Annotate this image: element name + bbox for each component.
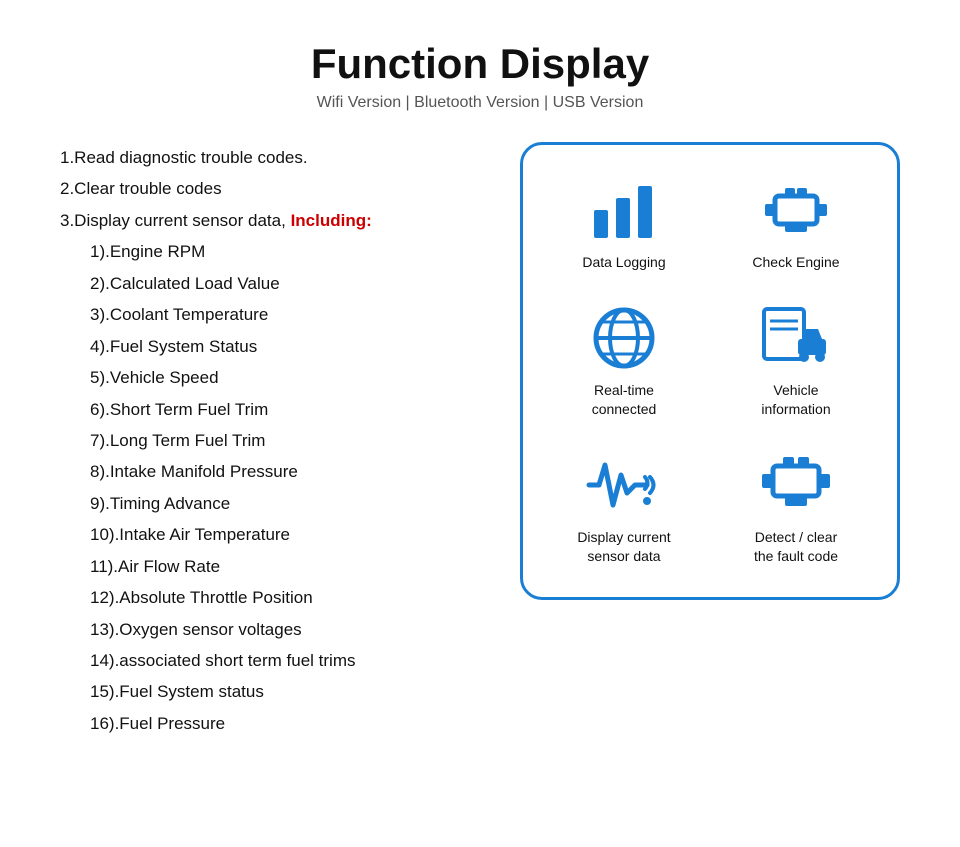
icon-cell-fault-code: Detect / clearthe fault code [715,450,877,567]
sub-item-11: 11).Air Flow Rate [60,551,480,582]
sub-item-14: 14).associated short term fuel trims [60,645,480,676]
fault-code-icon [756,450,836,520]
sub-item-8: 8).Intake Manifold Pressure [60,456,480,487]
icon-cell-vehicle-info: Vehicleinformation [715,303,877,420]
including-label: Including: [291,211,372,230]
check-engine-icon [756,175,836,245]
list-item-1: 1.Read diagnostic trouble codes. [60,142,480,173]
data-logging-label: Data Logging [582,253,665,273]
list-item-3: 3.Display current sensor data, Including… [60,205,480,236]
fault-code-label: Detect / clearthe fault code [754,528,838,567]
list-item-2: 2.Clear trouble codes [60,173,480,204]
feature-list: 1.Read diagnostic trouble codes. 2.Clear… [60,142,480,739]
sub-item-16: 16).Fuel Pressure [60,708,480,739]
sub-item-5: 5).Vehicle Speed [60,362,480,393]
vehicle-information-icon [756,303,836,373]
icon-cell-sensor-data: Display currentsensor data [543,450,705,567]
sub-item-2: 2).Calculated Load Value [60,268,480,299]
sub-item-15: 15).Fuel System status [60,676,480,707]
sub-item-3: 3).Coolant Temperature [60,299,480,330]
sub-item-6: 6).Short Term Fuel Trim [60,394,480,425]
sub-item-7: 7).Long Term Fuel Trim [60,425,480,456]
sensor-data-label: Display currentsensor data [577,528,670,567]
sub-item-1: 1).Engine RPM [60,236,480,267]
vehicle-information-label: Vehicleinformation [761,381,830,420]
realtime-connected-label: Real-timeconnected [592,381,657,420]
check-engine-label: Check Engine [752,253,839,273]
data-logging-icon [584,175,664,245]
sub-item-12: 12).Absolute Throttle Position [60,582,480,613]
sub-item-9: 9).Timing Advance [60,488,480,519]
page-subtitle: Wifi Version | Bluetooth Version | USB V… [311,94,649,112]
sensor-data-icon [584,450,664,520]
icon-cell-data-logging: Data Logging [543,175,705,273]
icon-cell-realtime: Real-timeconnected [543,303,705,420]
sub-item-4: 4).Fuel System Status [60,331,480,362]
sub-item-13: 13).Oxygen sensor voltages [60,614,480,645]
main-content: 1.Read diagnostic trouble codes. 2.Clear… [60,142,900,739]
page-header: Function Display Wifi Version | Bluetoot… [311,40,649,112]
realtime-connected-icon [584,303,664,373]
icon-panel: Data Logging Check Engine [520,142,900,600]
page-title: Function Display [311,40,649,88]
sub-item-10: 10).Intake Air Temperature [60,519,480,550]
icon-cell-check-engine: Check Engine [715,175,877,273]
